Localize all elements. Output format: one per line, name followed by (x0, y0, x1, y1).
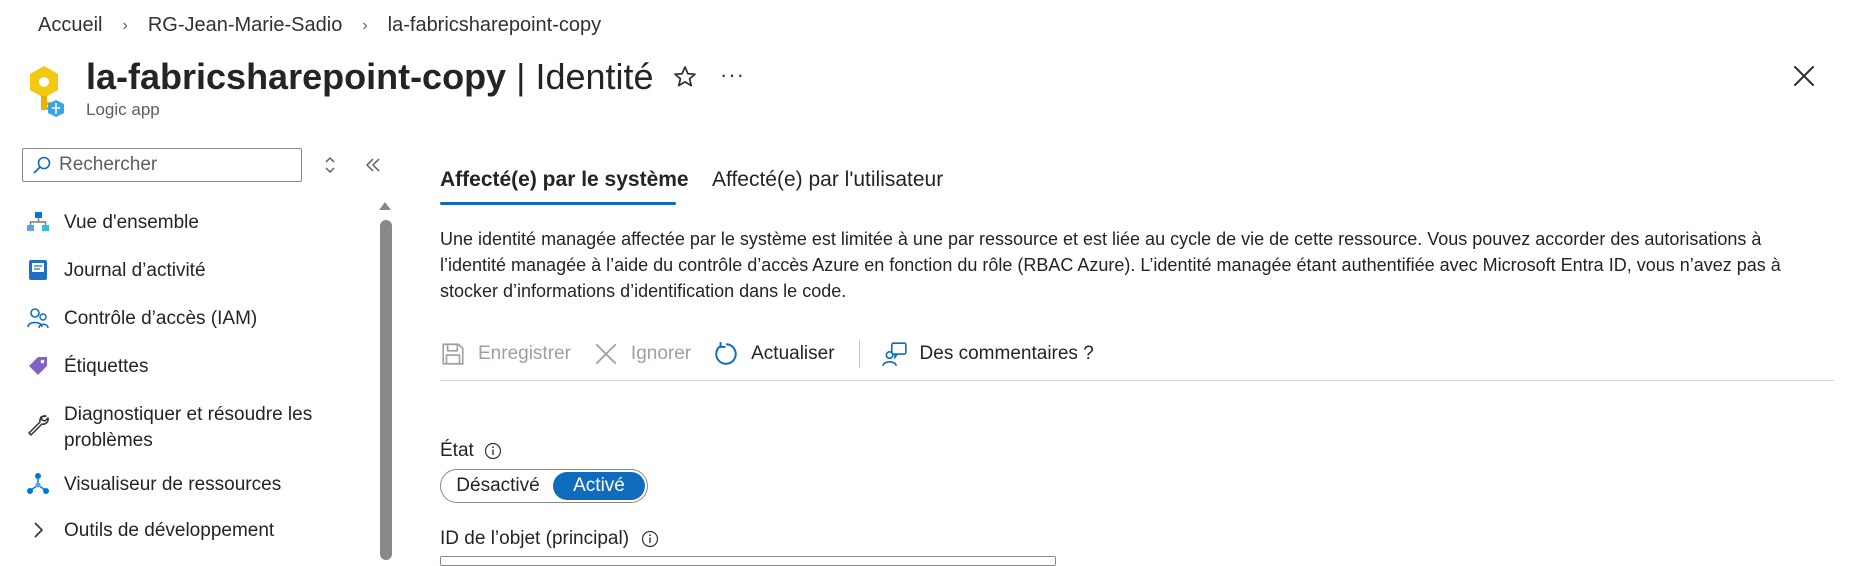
sidebar-item-label: Diagnostiquer et résoudre les problèmes (64, 404, 313, 451)
state-label-text: État (440, 440, 474, 461)
sidebar-item-tags[interactable]: Étiquettes (26, 354, 149, 380)
refresh-icon (715, 342, 737, 365)
star-favorite-icon[interactable] (672, 64, 698, 90)
blade-name: Identité (535, 56, 654, 97)
object-id-field[interactable] (440, 556, 1056, 566)
state-toggle[interactable]: Désactivé Activé (440, 469, 648, 503)
sidebar-item-activity-log[interactable]: Journal d’activité (26, 258, 206, 284)
tab-user-assigned[interactable]: Affecté(e) par l'utilisateur (712, 168, 943, 192)
feedback-label: Des commentaires ? (919, 343, 1094, 364)
tag-icon (29, 357, 47, 375)
sidebar-item-resource-visualizer[interactable]: Visualiseur de ressources (26, 472, 281, 498)
command-bar: Enregistrer Ignorer Actualiser Des comme… (440, 336, 1116, 372)
state-option-off[interactable]: Désactivé (443, 475, 553, 497)
toolbar-separator (858, 340, 860, 368)
toolbar-divider (440, 380, 1834, 381)
identity-description: Une identité managée affectée par le sys… (440, 229, 1781, 301)
chevron-right-icon (34, 522, 43, 538)
search-input[interactable] (57, 153, 291, 177)
state-option-on[interactable]: Activé (553, 472, 645, 500)
logic-app-icon (30, 66, 64, 117)
info-icon[interactable] (641, 530, 659, 548)
sidebar-item-label: Outils de développement (64, 520, 275, 541)
save-button[interactable]: Enregistrer (440, 341, 571, 367)
close-icon[interactable] (1792, 64, 1816, 88)
tab-system-assigned[interactable]: Affecté(e) par le système (440, 168, 689, 192)
iam-icon (27, 308, 49, 329)
sidebar-item-dev-tools[interactable]: Outils de développement (26, 518, 274, 544)
wrench-icon (28, 415, 49, 436)
sidebar-item-diagnose[interactable]: Diagnostiquer et résoudre les problèmes (26, 402, 356, 454)
overview-icon (27, 212, 49, 231)
discard-icon (595, 343, 617, 365)
sidebar-scrollbar-thumb[interactable] (380, 220, 392, 560)
resource-type-subtitle: Logic app (86, 100, 160, 119)
save-icon (442, 343, 464, 365)
more-options-icon[interactable]: ··· (720, 62, 745, 88)
page-title: la-fabricsharepoint-copy | Identité (86, 54, 654, 100)
resource-visualizer-icon (27, 473, 49, 494)
scroll-up-arrow-icon[interactable] (378, 200, 392, 212)
discard-button[interactable]: Ignorer (593, 341, 691, 367)
object-id-label-text: ID de l’objet (principal) (440, 528, 630, 549)
breadcrumb-separator: › (362, 16, 368, 34)
breadcrumb-home[interactable]: Accueil (38, 14, 102, 37)
breadcrumb-separator: › (122, 16, 128, 34)
sidebar-item-iam[interactable]: Contrôle d’accès (IAM) (26, 306, 257, 332)
feedback-button[interactable]: Des commentaires ? (881, 341, 1094, 367)
breadcrumb-resource-group[interactable]: RG-Jean-Marie-Sadio (148, 14, 343, 37)
object-id-label: ID de l’objet (principal) (440, 528, 659, 550)
search-icon (33, 156, 51, 174)
save-label: Enregistrer (478, 343, 571, 364)
state-label: État (440, 440, 502, 462)
refresh-label: Actualiser (751, 343, 835, 364)
sidebar-item-label: Étiquettes (64, 356, 149, 377)
selected-tab-indicator (440, 202, 676, 205)
feedback-icon (881, 342, 907, 367)
sidebar-search[interactable] (22, 148, 302, 182)
refresh-button[interactable]: Actualiser (713, 341, 835, 367)
breadcrumb: Accueil › RG-Jean-Marie-Sadio › la-fabri… (38, 14, 601, 37)
info-icon[interactable] (484, 442, 502, 460)
sort-icon[interactable] (322, 155, 338, 175)
sidebar-item-label: Vue d'ensemble (64, 212, 199, 233)
sidebar-item-label: Contrôle d’accès (IAM) (64, 308, 258, 329)
sidebar-item-overview[interactable]: Vue d'ensemble (26, 210, 199, 236)
activity-log-icon (29, 260, 47, 280)
collapse-sidebar-icon[interactable] (364, 156, 382, 174)
sidebar-item-label: Journal d’activité (64, 260, 206, 281)
breadcrumb-resource[interactable]: la-fabricsharepoint-copy (388, 14, 601, 37)
resource-name: la-fabricsharepoint-copy (86, 56, 507, 97)
title-separator: | (506, 56, 536, 97)
discard-label: Ignorer (630, 343, 692, 364)
sidebar-item-label: Visualiseur de ressources (64, 474, 282, 495)
